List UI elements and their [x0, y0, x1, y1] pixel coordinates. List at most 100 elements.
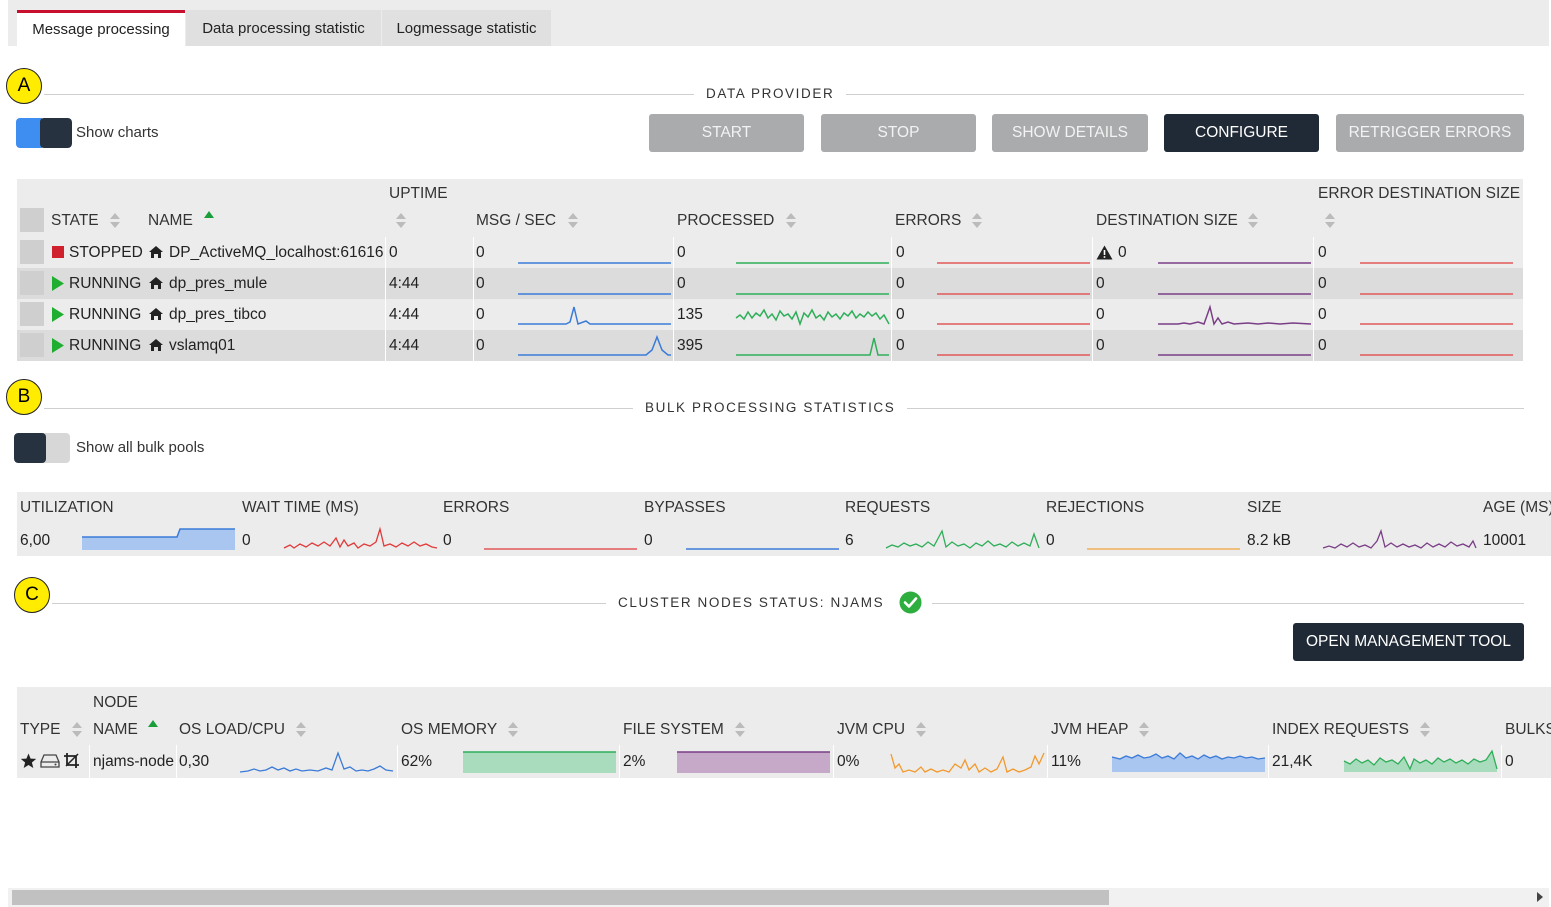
provider-name[interactable]: dp_pres_mule — [169, 275, 267, 293]
sparkline-errors — [937, 354, 1090, 356]
error-destination-size-value: 0 — [1318, 306, 1327, 323]
cluster-nodes-title: CLUSTER NODES STATUS: NJAMS — [606, 594, 897, 612]
row-checkbox[interactable] — [20, 240, 44, 264]
sort-icon[interactable] — [1139, 722, 1149, 728]
sort-icon[interactable] — [1325, 222, 1335, 228]
col-jvm-heap[interactable]: JVM HEAP — [1051, 721, 1129, 739]
column-divider — [397, 745, 398, 778]
sparkline-processed — [736, 293, 889, 295]
sort-icon[interactable] — [110, 213, 120, 219]
col-node-name-line2[interactable]: NAME — [93, 721, 138, 739]
sparkline-msg-sec — [518, 306, 671, 326]
sort-asc-icon[interactable] — [204, 211, 214, 218]
column-divider — [473, 237, 474, 361]
show-all-bulk-pools-toggle[interactable] — [14, 433, 70, 463]
start-button[interactable]: START — [649, 114, 804, 152]
column-divider — [1501, 745, 1502, 778]
jvm-heap-value: 11% — [1051, 753, 1081, 770]
sort-asc-icon[interactable] — [148, 720, 158, 727]
col-node-name-line1[interactable]: NODE — [93, 694, 138, 712]
sort-icon[interactable] — [568, 213, 578, 219]
sort-icon[interactable] — [110, 222, 120, 228]
col-errors[interactable]: ERRORS — [895, 212, 961, 230]
col-file-system[interactable]: FILE SYSTEM — [623, 721, 724, 739]
scroll-right-arrow-icon[interactable] — [1536, 892, 1544, 902]
sort-icon[interactable] — [396, 213, 406, 219]
provider-name[interactable]: dp_pres_tibco — [169, 306, 266, 324]
configure-button[interactable]: CONFIGURE — [1164, 114, 1319, 152]
sort-icon[interactable] — [1325, 213, 1335, 219]
provider-name[interactable]: vslamq01 — [169, 337, 235, 355]
sort-icon[interactable] — [568, 222, 578, 228]
uptime-value: 4:44 — [389, 337, 420, 354]
col-msg-sec[interactable]: MSG / SEC — [476, 212, 556, 230]
tab-data-processing-statistic[interactable]: Data processing statistic — [186, 10, 381, 46]
sort-icon[interactable] — [508, 722, 518, 728]
errors-value: 0 — [896, 337, 905, 354]
sort-icon[interactable] — [296, 722, 306, 728]
sparkline-bypasses — [686, 548, 839, 550]
sort-icon[interactable] — [1420, 722, 1430, 728]
node-name-value[interactable]: njams-node — [93, 753, 174, 771]
sort-icon[interactable] — [735, 722, 745, 728]
warning-icon — [1096, 245, 1113, 260]
sort-icon[interactable] — [916, 722, 926, 728]
col-processed[interactable]: PROCESSED — [677, 212, 774, 230]
provider-name[interactable]: DP_ActiveMQ_localhost:61616 — [169, 244, 384, 262]
col-bulks[interactable]: BULKS — [1505, 721, 1551, 739]
sparkline-jvm-heap — [1111, 752, 1266, 772]
sort-icon[interactable] — [508, 731, 518, 737]
stop-button[interactable]: STOP — [821, 114, 976, 152]
tab-logmessage-statistic[interactable]: Logmessage statistic — [382, 10, 551, 46]
col-wait-time: WAIT TIME (MS) — [242, 499, 359, 516]
row-checkbox[interactable] — [20, 333, 44, 357]
processed-value: 0 — [677, 275, 686, 292]
tab-message-processing[interactable]: Message processing — [17, 10, 185, 46]
row-checkbox[interactable] — [20, 302, 44, 326]
sort-icon[interactable] — [72, 731, 82, 737]
sort-icon[interactable] — [396, 222, 406, 228]
sort-icon[interactable] — [1248, 213, 1258, 219]
sort-icon[interactable] — [1248, 222, 1258, 228]
column-divider — [1047, 745, 1048, 778]
bar-os-memory — [463, 751, 616, 773]
sparkline-errors — [937, 262, 1090, 264]
sort-icon[interactable] — [786, 222, 796, 228]
bar-file-system — [677, 751, 830, 773]
state-label: RUNNING — [69, 306, 142, 323]
utilization-value: 6,00 — [20, 532, 51, 549]
sort-icon[interactable] — [972, 213, 982, 219]
sort-icon[interactable] — [1139, 731, 1149, 737]
col-uptime[interactable]: UPTIME — [389, 185, 448, 203]
col-index-requests[interactable]: INDEX REQUESTS — [1272, 721, 1409, 739]
col-os-memory[interactable]: OS MEMORY — [401, 721, 497, 739]
sparkline-error-destination-size — [1360, 262, 1513, 264]
sort-icon[interactable] — [786, 213, 796, 219]
col-jvm-cpu[interactable]: JVM CPU — [837, 721, 905, 739]
show-details-button[interactable]: SHOW DETAILS — [992, 114, 1148, 152]
select-all-checkbox[interactable] — [20, 208, 44, 232]
scrollbar-thumb[interactable] — [12, 890, 1109, 905]
sort-icon[interactable] — [735, 731, 745, 737]
sort-icon[interactable] — [296, 731, 306, 737]
row-checkbox[interactable] — [20, 271, 44, 295]
rejections-value: 0 — [1046, 532, 1055, 549]
sort-icon[interactable] — [916, 731, 926, 737]
col-destination-size[interactable]: DESTINATION SIZE — [1096, 212, 1238, 230]
sort-icon[interactable] — [1420, 731, 1430, 737]
sparkline-os-load — [239, 751, 394, 773]
col-type[interactable]: TYPE — [20, 721, 60, 739]
retrigger-errors-button[interactable]: RETRIGGER ERRORS — [1336, 114, 1524, 152]
sparkline-jvm-cpu — [890, 752, 1045, 773]
wait-time-value: 0 — [242, 532, 251, 549]
sort-icon[interactable] — [972, 222, 982, 228]
col-error-destination-size[interactable]: ERROR DESTINATION SIZE — [1318, 185, 1520, 203]
sort-icon[interactable] — [72, 722, 82, 728]
open-management-tool-button[interactable]: OPEN MANAGEMENT TOOL — [1293, 623, 1524, 661]
col-name[interactable]: NAME — [148, 212, 193, 230]
col-state[interactable]: STATE — [51, 212, 99, 230]
show-charts-toggle[interactable] — [16, 118, 72, 148]
destination-size-value: 0 — [1118, 244, 1127, 261]
error-destination-size-value: 0 — [1318, 337, 1327, 354]
col-os-load[interactable]: OS LOAD/CPU — [179, 721, 285, 739]
